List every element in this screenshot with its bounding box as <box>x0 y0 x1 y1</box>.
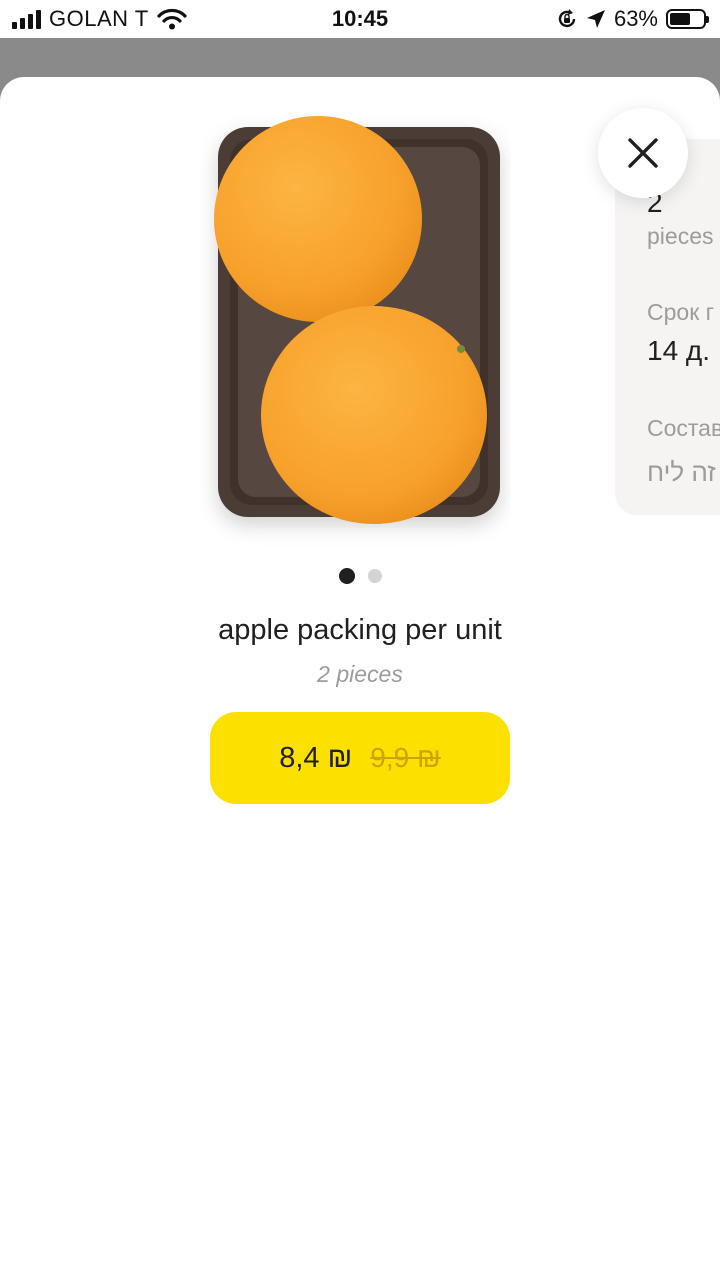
shelf-life-label: Срок г <box>647 299 715 325</box>
pagination-dot[interactable] <box>338 568 355 584</box>
gallery-pagination <box>0 568 720 584</box>
location-arrow-icon <box>586 10 605 28</box>
shelf-life-value: 14 д. <box>647 335 711 366</box>
status-right: 63% <box>556 6 709 32</box>
close-button[interactable] <box>598 108 688 198</box>
product-quantity: 2 pieces <box>317 661 403 687</box>
composition-label: Состав <box>647 415 720 441</box>
add-to-cart-button[interactable]: 8,4 ₪ 9,9 ₪ <box>210 712 510 804</box>
quantity-unit: pieces <box>647 223 714 249</box>
battery-percent: 63% <box>613 6 658 31</box>
background-scrim[interactable] <box>0 38 720 78</box>
product-image[interactable] <box>200 97 510 557</box>
rotation-lock-icon <box>558 9 576 28</box>
old-price: 9,9 ₪ <box>370 742 441 773</box>
close-icon <box>628 138 658 168</box>
battery-fill <box>670 13 690 25</box>
pagination-dot[interactable] <box>367 569 382 583</box>
composition-value: זה ליח <box>647 457 716 487</box>
current-price: 8,4 ₪ <box>279 741 353 774</box>
status-bar: GOLAN T 10:45 63% <box>0 0 720 38</box>
product-title: apple packing per unit <box>218 614 502 646</box>
product-sheet: 2 pieces Срок г 14 д. Состав זה ליח appl… <box>0 77 720 1280</box>
battery-icon <box>666 9 709 29</box>
